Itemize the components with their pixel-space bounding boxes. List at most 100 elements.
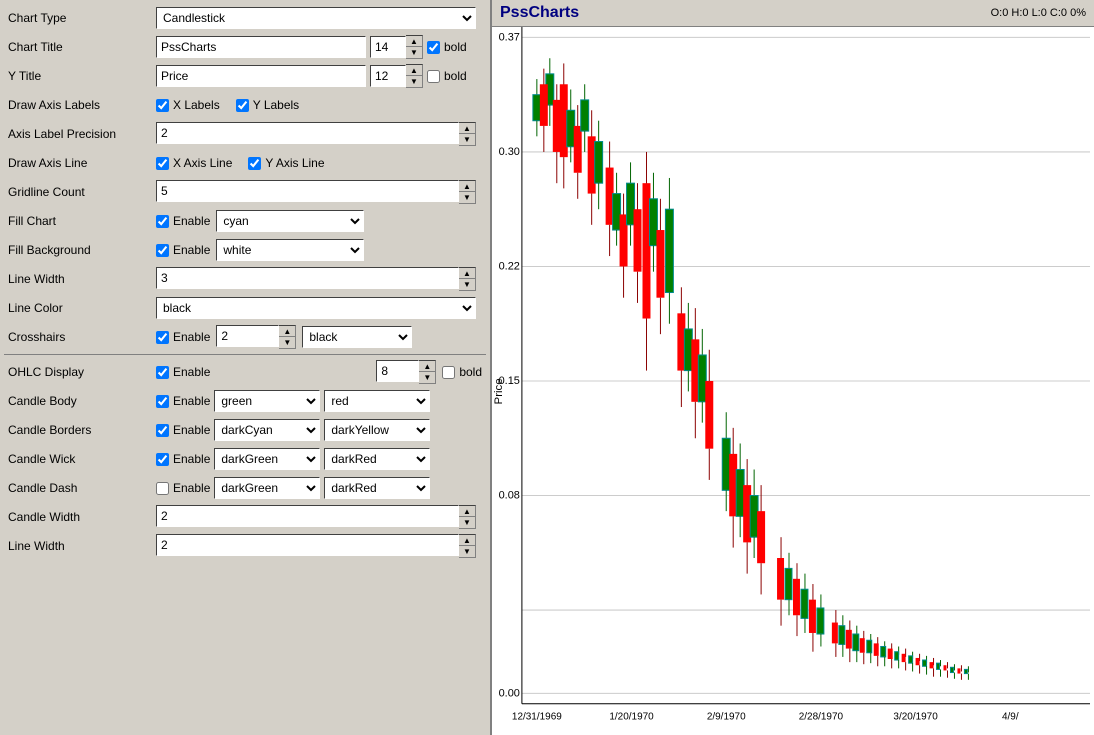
fill-background-control: Enable white cyan black red [156, 239, 482, 261]
candle-dash-enable-checkbox[interactable] [156, 482, 169, 495]
draw-axis-labels-label: Draw Axis Labels [8, 98, 156, 112]
svg-text:0.30: 0.30 [499, 146, 520, 158]
candle-width-up[interactable]: ▲ [459, 506, 475, 517]
gridline-count-down[interactable]: ▼ [459, 192, 475, 203]
candle-wick-down-color-select[interactable]: darkRed red [324, 448, 430, 470]
fill-background-enable-checkbox[interactable] [156, 244, 169, 257]
axis-label-precision-down[interactable]: ▼ [459, 134, 475, 145]
chart-title-bold-label[interactable]: bold [427, 40, 467, 54]
y-labels-checkbox[interactable] [236, 99, 249, 112]
y-title-row: Y Title ▲ ▼ bold [4, 62, 486, 90]
crosshairs-enable-text: Enable [173, 330, 210, 344]
axis-label-precision-up[interactable]: ▲ [459, 123, 475, 134]
x-labels-checkbox[interactable] [156, 99, 169, 112]
line-color-select[interactable]: black white red green blue [156, 297, 476, 319]
chart-header: PssCharts O:0 H:0 L:0 C:0 0% [492, 0, 1094, 27]
candle-borders-down-color-select[interactable]: darkYellow yellow [324, 419, 430, 441]
candle-width-spinner: ▲ ▼ [156, 505, 476, 529]
ohlc-font-size-down[interactable]: ▼ [419, 372, 435, 383]
candle-dash-control: Enable darkGreen green darkRed red [156, 477, 482, 499]
ohlc-font-size-input[interactable] [376, 360, 419, 382]
candle-dash-down-color-select[interactable]: darkRed red [324, 477, 430, 499]
chart-title-font-size-down[interactable]: ▼ [406, 47, 422, 58]
ohlc-font-size-up[interactable]: ▲ [419, 361, 435, 372]
gridline-count-up[interactable]: ▲ [459, 181, 475, 192]
y-axis-line-checkbox[interactable] [248, 157, 261, 170]
line-width-spinner: ▲ ▼ [156, 267, 476, 291]
chart-type-select[interactable]: Candlestick Line Bar OHLC [156, 7, 476, 29]
fill-background-color-select[interactable]: white cyan black red [216, 239, 364, 261]
y-title-font-size-spinner: ▲ ▼ [370, 64, 423, 88]
draw-axis-line-row: Draw Axis Line X Axis Line Y Axis Line [4, 149, 486, 177]
fill-chart-enable-checkbox[interactable] [156, 215, 169, 228]
fill-chart-enable-text: Enable [173, 214, 210, 228]
chart-title-bold-text: bold [444, 40, 467, 54]
candle-body-enable-label[interactable]: Enable [156, 394, 210, 408]
candle-body-enable-checkbox[interactable] [156, 395, 169, 408]
svg-text:4/9/: 4/9/ [1002, 711, 1019, 722]
axis-label-precision-row: Axis Label Precision ▲ ▼ [4, 120, 486, 148]
y-title-input[interactable] [156, 65, 366, 87]
ohlc-enable-checkbox[interactable] [156, 366, 169, 379]
svg-text:1/20/1970: 1/20/1970 [609, 711, 654, 722]
line-width-input[interactable] [156, 267, 459, 289]
fill-chart-enable-label[interactable]: Enable [156, 214, 210, 228]
y-title-font-size-down[interactable]: ▼ [406, 76, 422, 87]
draw-axis-labels-row: Draw Axis Labels X Labels Y Labels [4, 91, 486, 119]
y-labels-label[interactable]: Y Labels [236, 98, 299, 112]
candle-dash-up-color-select[interactable]: darkGreen green [214, 477, 320, 499]
candle-wick-up-color-select[interactable]: darkGreen green [214, 448, 320, 470]
x-axis-line-label[interactable]: X Axis Line [156, 156, 232, 170]
candle-width-input[interactable] [156, 505, 459, 527]
ohlc-display-label: OHLC Display [8, 365, 156, 379]
y-title-bold-label[interactable]: bold [427, 69, 467, 83]
crosshairs-width-input[interactable] [216, 325, 279, 347]
line-width-2-label: Line Width [8, 539, 156, 553]
fill-chart-row: Fill Chart Enable cyan white black red g… [4, 207, 486, 235]
gridline-count-label: Gridline Count [8, 185, 156, 199]
candle-borders-enable-checkbox[interactable] [156, 424, 169, 437]
line-width-2-row: Line Width ▲ ▼ [4, 532, 486, 560]
svg-text:0.00: 0.00 [499, 687, 520, 699]
candle-borders-up-color-select[interactable]: darkCyan cyan [214, 419, 320, 441]
ohlc-enable-label[interactable]: Enable [156, 365, 210, 379]
crosshairs-width-down[interactable]: ▼ [279, 337, 295, 348]
candle-body-down-color-select[interactable]: red darkRed maroon [324, 390, 430, 412]
line-width-down[interactable]: ▼ [459, 279, 475, 290]
crosshairs-enable-checkbox[interactable] [156, 331, 169, 344]
x-labels-label[interactable]: X Labels [156, 98, 220, 112]
fill-background-enable-label[interactable]: Enable [156, 243, 210, 257]
candle-body-label: Candle Body [8, 394, 156, 408]
x-axis-line-checkbox[interactable] [156, 157, 169, 170]
gridline-count-row: Gridline Count ▲ ▼ [4, 178, 486, 206]
ohlc-display-control: Enable ▲ ▼ bold [156, 360, 482, 384]
axis-label-precision-input[interactable] [156, 122, 459, 144]
y-axis-line-label[interactable]: Y Axis Line [248, 156, 324, 170]
line-width-2-down[interactable]: ▼ [459, 546, 475, 557]
candle-dash-enable-label[interactable]: Enable [156, 481, 210, 495]
candle-width-down[interactable]: ▼ [459, 517, 475, 528]
candle-wick-enable-checkbox[interactable] [156, 453, 169, 466]
candle-body-up-color-select[interactable]: green darkGreen lime [214, 390, 320, 412]
y-title-font-size-up[interactable]: ▲ [406, 65, 422, 76]
candle-borders-enable-label[interactable]: Enable [156, 423, 210, 437]
line-width-up[interactable]: ▲ [459, 268, 475, 279]
axis-label-precision-btns: ▲ ▼ [459, 122, 476, 146]
chart-title-input[interactable] [156, 36, 366, 58]
ohlc-bold-checkbox[interactable] [442, 366, 455, 379]
y-title-bold-checkbox[interactable] [427, 70, 440, 83]
crosshairs-width-up[interactable]: ▲ [279, 326, 295, 337]
crosshairs-enable-label[interactable]: Enable [156, 330, 210, 344]
chart-title-font-size-input[interactable] [370, 36, 406, 58]
chart-title-font-size-up[interactable]: ▲ [406, 36, 422, 47]
chart-title-control: ▲ ▼ bold [156, 35, 482, 59]
chart-title-bold-checkbox[interactable] [427, 41, 440, 54]
gridline-count-input[interactable] [156, 180, 459, 202]
ohlc-bold-label[interactable]: bold [442, 365, 482, 379]
crosshairs-color-select[interactable]: black white red [302, 326, 412, 348]
line-width-2-up[interactable]: ▲ [459, 535, 475, 546]
fill-chart-color-select[interactable]: cyan white black red green blue [216, 210, 364, 232]
candle-wick-enable-label[interactable]: Enable [156, 452, 210, 466]
y-title-font-size-input[interactable] [370, 65, 406, 87]
line-width-2-input[interactable] [156, 534, 459, 556]
